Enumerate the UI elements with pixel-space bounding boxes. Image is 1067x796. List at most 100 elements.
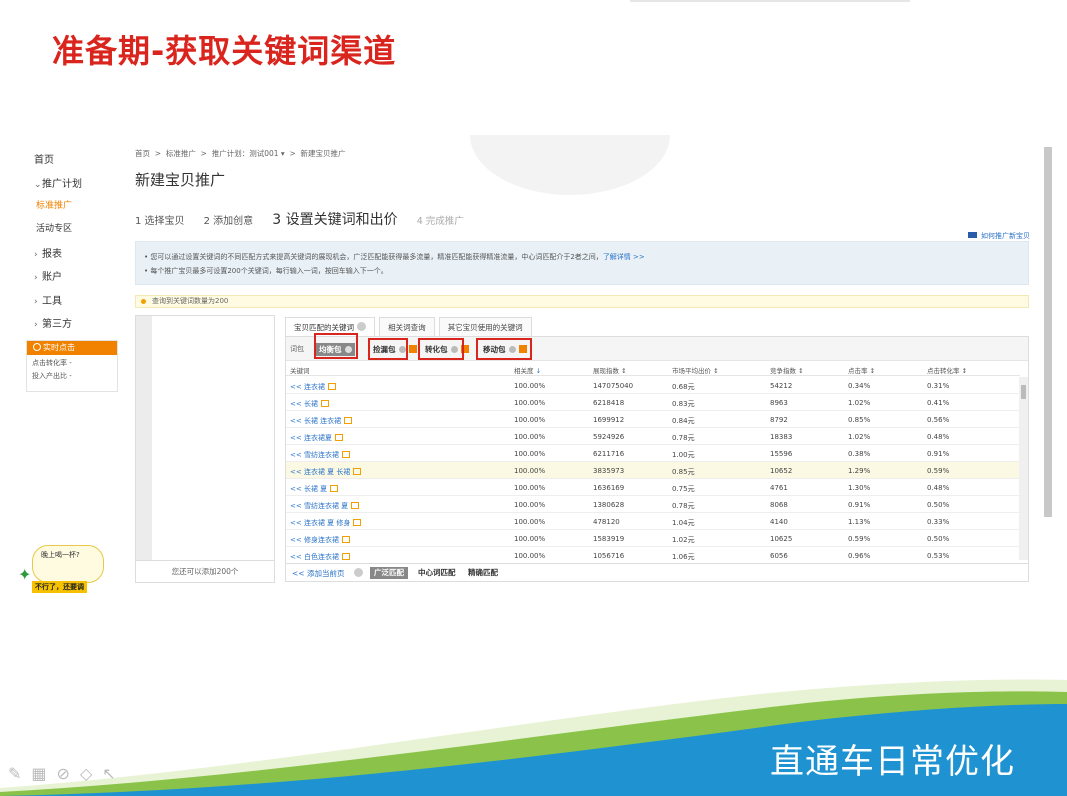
pointer-icon[interactable]: ↖ [102, 764, 125, 783]
realtime-click-widget: 实时点击 点击转化率 - 投入产出比 - [26, 340, 118, 392]
cell-competition: 8792 [770, 416, 788, 424]
realtime-cvr: 点击转化率 - [32, 359, 72, 367]
tab-related-query[interactable]: 相关词查询 [379, 317, 435, 337]
cell-cvr: 0.91% [927, 450, 950, 458]
nav-standard-promo[interactable]: 标准推广 [36, 198, 72, 211]
cell-relevance: 100.00% [514, 518, 546, 526]
cell-avg-bid: 0.83元 [672, 400, 695, 408]
step-2: 2 添加创意 [203, 216, 254, 227]
cell-keyword[interactable]: << 雪纺连衣裙 [290, 450, 350, 460]
breadcrumb: 首页 > 标准推广 > 推广计划：测试001 ▾ > 新建宝贝推广 [135, 149, 346, 158]
grid-icon[interactable]: ▦ [31, 764, 56, 783]
nav-reports[interactable]: › 报表 [34, 245, 62, 260]
col-keyword: 关键词 [290, 367, 310, 375]
keyword-tag-icon [341, 451, 350, 458]
match-phrase-button[interactable]: 中心词匹配 [414, 567, 460, 579]
table-row[interactable]: << 长裙 100.00% 6218418 0.83元 8963 1.02% 0.41% [286, 394, 1020, 411]
nav-activity-zone[interactable]: 活动专区 [36, 221, 72, 234]
realtime-click-header[interactable]: 实时点击 [27, 341, 117, 355]
nav-third-party[interactable]: › 第三方 [34, 315, 72, 330]
cell-impressions: 6211716 [593, 450, 625, 458]
table-scrollbar[interactable] [1019, 377, 1028, 560]
cell-competition: 4761 [770, 484, 788, 492]
table-row[interactable]: << 连衣裙夏 100.00% 5924926 0.78元 18383 1.02% 0.48… [286, 428, 1020, 445]
cell-impressions: 478120 [593, 518, 620, 526]
add-current-page-link[interactable]: << 添加当前页 [292, 568, 344, 579]
slide-title: 准备期-获取关键词渠道 [52, 32, 397, 70]
table-row[interactable]: << 白色连衣裙 100.00% 1056716 1.06元 6056 0.96% 0.53… [286, 547, 1020, 564]
sidebar: 首页 ⌄推广计划 标准推广 活动专区 › 报表 › 账户 › 工具 › 第三方 实时点击… [22, 135, 120, 555]
cell-avg-bid: 0.75元 [672, 485, 695, 493]
table-row[interactable]: << 雪纺连衣裙 夏 100.00% 1380628 0.78元 8068 0.91% 0.… [286, 496, 1020, 513]
cell-keyword[interactable]: << 长裙 连衣裙 [290, 416, 353, 426]
cell-keyword[interactable]: << 修身连衣裙 [290, 535, 350, 545]
cell-keyword[interactable]: << 连衣裙 夏 修身 [290, 518, 362, 528]
table-row[interactable]: << 雪纺连衣裙 100.00% 6211716 1.00元 15596 0.38% 0.9… [286, 445, 1020, 462]
col-ctr[interactable]: 点击率 ↕ [848, 365, 875, 375]
highlight-box-balanced [314, 333, 358, 359]
keyword-tag-icon [327, 383, 336, 390]
table-row[interactable]: << 长裙 连衣裙 100.00% 1699912 0.84元 8792 0.85% 0.5… [286, 411, 1020, 428]
breadcrumb-standard[interactable]: 标准推广 [166, 149, 196, 158]
howto-link[interactable]: 如何推广新宝贝 [968, 231, 1030, 241]
top-divider [630, 0, 910, 2]
col-impressions[interactable]: 展现指数 ↕ [593, 365, 627, 375]
selected-keywords-pane: 您还可以添加200个 [135, 315, 275, 583]
speech-bubble: 晚上喝一杯? [32, 545, 104, 583]
cell-cvr: 0.48% [927, 433, 950, 441]
nav-home[interactable]: 首页 [34, 151, 54, 166]
cell-avg-bid: 1.02元 [672, 536, 695, 544]
page-scrollbar[interactable] [1044, 147, 1052, 517]
cell-competition: 8963 [770, 399, 788, 407]
cell-keyword[interactable]: << 长裙 [290, 399, 329, 409]
info-line-2: • 每个推广宝贝最多可设置200个关键词，每行输入一词，按回车输入下一个。 [144, 267, 388, 275]
table-row[interactable]: << 连衣裙 夏 修身 100.00% 478120 1.04元 4140 1.13% 0.… [286, 513, 1020, 530]
learn-more-link[interactable]: 了解详情 >> [603, 253, 645, 261]
step-indicator: 1 选择宝贝 2 添加创意 3 设置关键词和出价 4 完成推广 [135, 209, 478, 229]
cell-cvr: 0.53% [927, 552, 950, 560]
cell-relevance: 100.00% [514, 501, 546, 509]
nav-tools[interactable]: › 工具 [34, 292, 62, 307]
link-icon[interactable]: ⊘ [57, 764, 80, 783]
match-exact-button[interactable]: 精确匹配 [464, 567, 502, 579]
breadcrumb-plan-dropdown[interactable]: 推广计划：测试001 ▾ [212, 149, 285, 158]
breadcrumb-home[interactable]: 首页 [135, 149, 150, 158]
help-icon [357, 322, 366, 331]
table-row[interactable]: << 长裙 夏 100.00% 1636169 0.75元 4761 1.30% 0.48% [286, 479, 1020, 496]
cell-keyword[interactable]: << 连衣裙 [290, 382, 336, 392]
cell-keyword[interactable]: << 长裙 夏 [290, 484, 339, 494]
cell-relevance: 100.00% [514, 535, 546, 543]
keyword-tag-icon [334, 434, 343, 441]
chevron-right-icon: › [34, 273, 38, 283]
cell-avg-bid: 1.04元 [672, 519, 695, 527]
cell-impressions: 5924926 [593, 433, 625, 441]
table-row[interactable]: << 修身连衣裙 100.00% 1583919 1.02元 10625 0.59% 0.5… [286, 530, 1020, 547]
cell-cvr: 0.50% [927, 535, 950, 543]
cell-avg-bid: 0.84元 [672, 417, 695, 425]
tab-other-items-keywords[interactable]: 其它宝贝使用的关键词 [438, 317, 532, 337]
col-cvr[interactable]: 点击转化率 ↕ [927, 365, 967, 375]
cell-relevance: 100.00% [514, 433, 546, 441]
keyword-tag-icon [353, 519, 362, 526]
cell-keyword[interactable]: << 连衣裙 夏 长裙 [290, 467, 362, 477]
cell-keyword[interactable]: << 雪纺连衣裙 夏 [290, 501, 360, 511]
scroll-thumb[interactable] [1021, 385, 1026, 399]
chevron-right-icon: › [34, 250, 38, 260]
cell-keyword[interactable]: << 连衣裙夏 [290, 433, 343, 443]
col-avg-bid[interactable]: 市场平均出价 ↕ [672, 365, 719, 375]
chevron-right-icon: › [34, 320, 38, 330]
col-relevance[interactable]: 相关度 ↓ [514, 365, 541, 375]
nav-campaigns[interactable]: ⌄推广计划 [34, 175, 82, 190]
table-row[interactable]: << 连衣裙 100.00% 147075040 0.68元 54212 0.34% 0.3… [286, 377, 1020, 394]
match-broad-button[interactable]: 广泛匹配 [370, 567, 408, 579]
mascot-reply: 不行了，还要调 [32, 581, 87, 593]
table-row[interactable]: << 连衣裙 夏 长裙 100.00% 3835973 0.85元 10652 1.29%… [286, 462, 1020, 479]
col-competition[interactable]: 竞争指数 ↕ [770, 365, 804, 375]
nav-account[interactable]: › 账户 [34, 268, 62, 283]
pen-icon[interactable]: ✎ [8, 764, 31, 783]
keyword-table-pane: 词包 均衡包 捡漏包 转化包 移动包 关键词 相关度 ↓ 展现指数 ↕ 市场平均… [285, 333, 1029, 582]
cell-keyword[interactable]: << 白色连衣裙 [290, 552, 350, 562]
eraser-icon[interactable]: ◇ [80, 764, 102, 783]
slideshow-toolbar: ✎▦⊘◇↖ [8, 764, 126, 783]
sort-icon: ↕ [798, 367, 804, 375]
